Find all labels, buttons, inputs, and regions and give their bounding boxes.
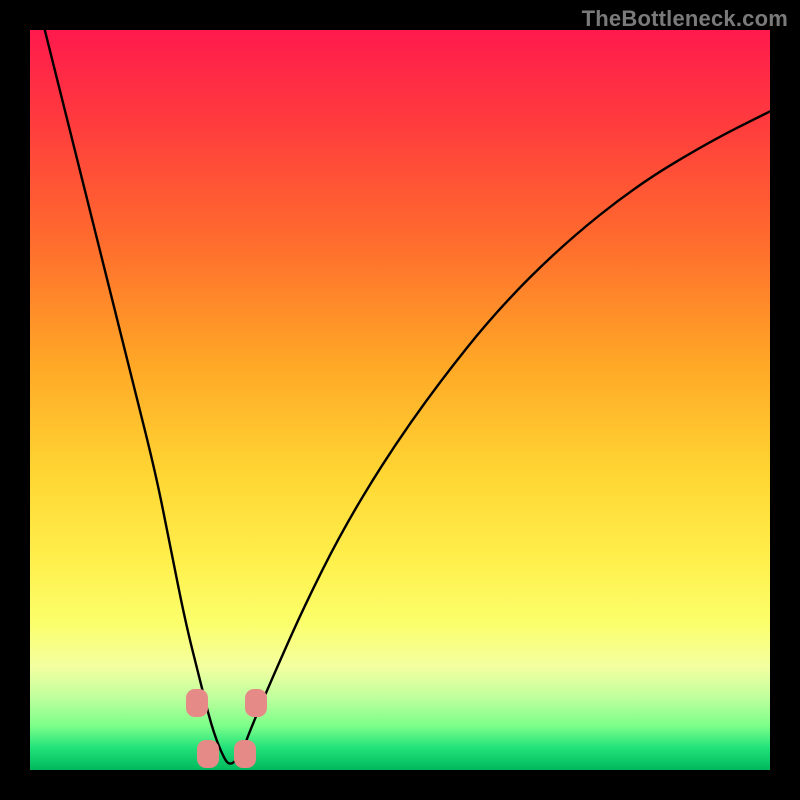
data-marker (234, 740, 256, 768)
bottleneck-curve (45, 30, 770, 764)
chart-frame: TheBottleneck.com (0, 0, 800, 800)
data-marker (186, 689, 208, 717)
data-marker (245, 689, 267, 717)
plot-area (30, 30, 770, 770)
curve-svg (30, 30, 770, 770)
watermark-text: TheBottleneck.com (582, 6, 788, 32)
data-marker (197, 740, 219, 768)
